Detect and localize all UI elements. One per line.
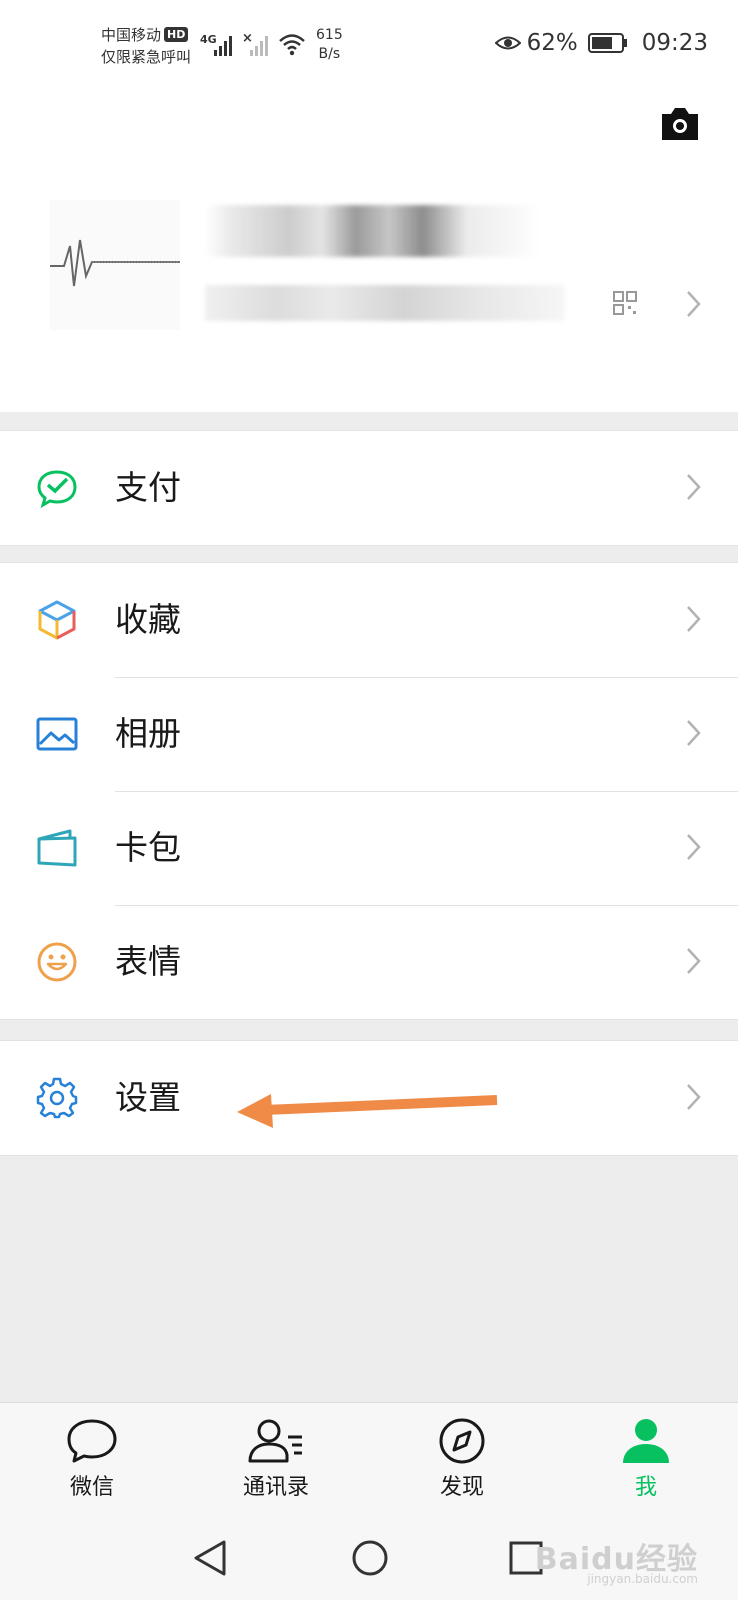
- signal-4g-icon: 4G: [200, 33, 232, 56]
- chevron-right-icon: [687, 948, 701, 974]
- compass-icon: [439, 1418, 485, 1464]
- menu-label-favorites: 收藏: [115, 600, 181, 639]
- annotation-arrow: [237, 1094, 498, 1128]
- menu-label-album: 相册: [115, 714, 181, 753]
- svg-text:×: ×: [242, 31, 253, 46]
- wallet-check-icon: [37, 470, 77, 509]
- avatar[interactable]: [50, 200, 180, 330]
- menu-item-album[interactable]: 相册: [0, 677, 738, 791]
- chevron-right-icon: [687, 720, 701, 746]
- hd-badge: HD: [164, 27, 189, 42]
- tab-label: 发现: [439, 1475, 484, 1500]
- tab-discover[interactable]: 发现: [402, 1417, 522, 1501]
- contacts-icon: [248, 1419, 302, 1463]
- network-speed: 615 B/s: [316, 26, 343, 64]
- menu-label-pay: 支付: [115, 468, 181, 507]
- signal-nosim-icon: ×: [242, 31, 268, 56]
- wechat-id-redacted: [205, 285, 565, 321]
- network-type-label: 4G: [200, 33, 217, 46]
- profile-header[interactable]: [0, 90, 738, 412]
- eye-icon: [494, 36, 521, 50]
- tab-me[interactable]: 我: [586, 1417, 706, 1501]
- clock: 09:23: [641, 30, 708, 56]
- baidu-watermark-url: jingyan.baidu.com: [587, 1572, 698, 1586]
- chevron-right-icon: [687, 606, 701, 632]
- chevron-right-icon: [687, 1084, 701, 1110]
- menu-item-cards[interactable]: 卡包: [0, 791, 738, 905]
- emergency-only-text: 仅限紧急呼叫: [101, 48, 192, 66]
- picture-icon: [36, 717, 78, 751]
- smiley-icon: [37, 942, 77, 982]
- chevron-right-icon: [687, 474, 701, 500]
- menu-label-stickers: 表情: [115, 942, 181, 981]
- gear-icon: [36, 1077, 78, 1119]
- tab-label: 微信: [69, 1475, 114, 1500]
- cube-icon: [38, 600, 76, 640]
- row-divider: [115, 905, 738, 906]
- nickname-redacted: [205, 205, 540, 257]
- menu-item-stickers[interactable]: 表情: [0, 905, 738, 1019]
- row-divider: [115, 677, 738, 678]
- card-wallet-icon: [37, 829, 77, 867]
- tab-chats[interactable]: 微信: [32, 1417, 152, 1501]
- speed-value: 615: [316, 27, 343, 43]
- menu-group-pay: 支付: [0, 430, 738, 546]
- qr-code-icon[interactable]: [612, 290, 638, 316]
- speed-unit: B/s: [318, 46, 341, 62]
- menu-label-cards: 卡包: [115, 828, 181, 867]
- status-bar: 中国移动 HD 仅限紧急呼叫 4G × 615 B/s 62% 09:23: [0, 0, 738, 90]
- carrier-name: 中国移动: [101, 26, 162, 44]
- chevron-right-icon: [687, 834, 701, 860]
- chevron-right-icon: [687, 291, 701, 317]
- row-divider: [115, 791, 738, 792]
- wifi-icon: [279, 34, 305, 56]
- status-right: 62% 09:23: [494, 30, 708, 56]
- battery-percent: 62%: [526, 30, 578, 56]
- system-nav-bar: Baidu经验 jingyan.baidu.com: [0, 1520, 738, 1600]
- tab-label: 通讯录: [242, 1475, 309, 1500]
- home-circle-icon[interactable]: [350, 1538, 390, 1578]
- tab-label: 我: [634, 1475, 657, 1500]
- menu-label-settings: 设置: [115, 1078, 181, 1117]
- avatar-ekg-image: [50, 239, 180, 287]
- bottom-tab-bar: 微信 通讯录 发现 我: [0, 1402, 738, 1521]
- tab-contacts[interactable]: 通讯录: [216, 1417, 336, 1501]
- menu-group-main: 收藏 相册 卡包 表情: [0, 562, 738, 1020]
- person-icon: [623, 1419, 669, 1463]
- chat-bubble-icon: [67, 1419, 117, 1463]
- menu-item-favorites[interactable]: 收藏: [0, 563, 738, 677]
- menu-item-pay[interactable]: 支付: [0, 431, 738, 545]
- battery-icon: [587, 33, 627, 53]
- camera-icon[interactable]: [658, 106, 702, 142]
- carrier-info: 中国移动 HD 仅限紧急呼叫: [101, 24, 191, 68]
- back-triangle-icon[interactable]: [192, 1538, 228, 1578]
